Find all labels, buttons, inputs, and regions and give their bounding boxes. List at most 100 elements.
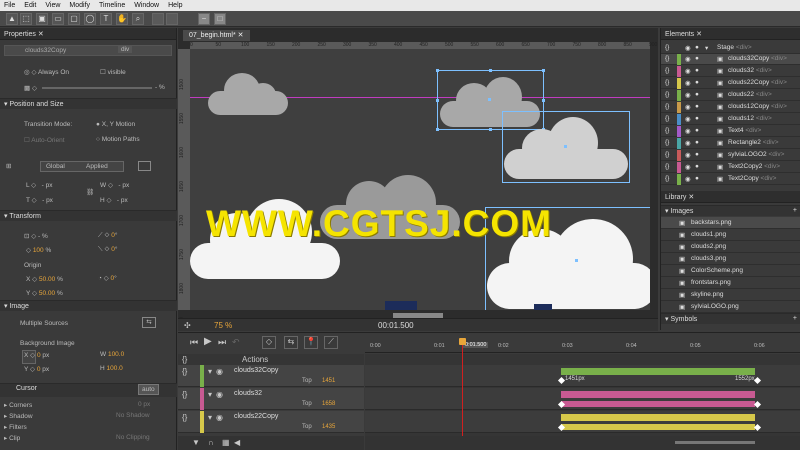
element-row[interactable]: {} ◉ ● ▣ Text2Copy2 <div> [661,162,800,173]
element-row[interactable]: {} ◉ ● ▣ clouds22Copy <div> [661,78,800,89]
eye-icon[interactable]: ◉ [685,151,691,159]
always-on-control[interactable]: ◎ ◇ Always On [24,68,69,76]
resize-handle[interactable] [436,69,439,72]
filter-icon[interactable]: ▼ [192,438,200,447]
stage-row[interactable]: {} ◉ ● ▾ Stage <div> [661,43,800,54]
code-icon[interactable]: {} [182,355,187,364]
lock-icon[interactable]: ● [695,91,699,98]
transform-origin-point[interactable] [575,259,578,262]
time-ruler[interactable]: 0:00 0:01 0:01.500 0:02 0:03 0:04 0:05 0:06 [365,333,800,353]
link-dimensions-icon[interactable]: ⛓ [86,188,94,196]
easing-icon[interactable]: ⟋ [324,336,338,349]
bg-x-field[interactable]: X ◇ 0 px [24,351,49,359]
transform-origin-point[interactable] [564,145,567,148]
library-tab[interactable]: Library ✕ [661,191,800,203]
clip-section[interactable]: ▸ Clip [4,434,20,442]
hand-tool-icon[interactable]: ✋ [116,13,128,25]
resize-handle[interactable] [436,128,439,131]
expand-icon[interactable]: ▾ [208,367,212,376]
eye-icon[interactable]: ◉ [685,175,691,183]
eye-icon[interactable]: ◉ [685,163,691,171]
transform-section[interactable]: ▾ Transform [0,210,177,221]
eye-icon[interactable]: ◉ [216,413,223,422]
lock-icon[interactable]: ● [695,103,699,110]
lock-icon[interactable]: ● [695,127,699,134]
transition-xy-radio[interactable]: ● X, Y Motion [96,121,135,128]
zoom-tool-icon[interactable]: ⌕ [132,13,144,25]
scale-y-field[interactable]: ◇ 100 % [26,246,51,254]
lock-icon[interactable]: ● [695,163,699,170]
timeline-tracks[interactable]: 1451px 1552px [365,354,800,436]
element-row[interactable]: {} ◉ ● ▣ clouds32Copy <div> [661,54,800,65]
menu-file[interactable]: File [4,2,15,9]
transition-bar[interactable] [561,401,755,407]
bg-w-field[interactable]: W 100.0 [100,351,124,358]
transform-tool-icon[interactable]: ⬚ [20,13,32,25]
library-image-item[interactable]: ▣ skyline.png [661,289,800,301]
height-field[interactable]: H ◇ - px [100,196,128,204]
ellipse-tool-icon[interactable]: ◯ [84,13,96,25]
lock-icon[interactable]: ● [695,67,699,74]
library-image-item[interactable]: ▣ clouds1.png [661,229,800,241]
resize-handle[interactable] [542,69,545,72]
code-icon[interactable]: {} [182,367,187,376]
timeline-zoom-slider[interactable] [675,441,755,444]
library-image-item[interactable]: ▣ ColorScheme.png [661,265,800,277]
grid-icon[interactable]: ▦ [222,438,230,447]
properties-tab[interactable]: Properties ✕ [0,28,176,40]
element-row[interactable]: {} ◉ ● ▣ clouds12 <div> [661,114,800,125]
expand-icon[interactable]: ▾ [208,413,212,422]
bg-h-field[interactable]: H 100.0 [100,365,123,372]
library-image-item[interactable]: ▣ sylviaLOGO.png [661,301,800,313]
pin-icon[interactable]: 📍 [304,336,318,349]
stage[interactable]: WWW.CGTSJ.COM [190,49,650,310]
element-row[interactable]: {} ◉ ● ▣ clouds12Copy <div> [661,102,800,113]
eye-icon[interactable]: ◉ [685,44,691,52]
layer-property-value[interactable]: 1435 [322,424,335,430]
rounded-rectangle-tool-icon[interactable]: ▢ [68,13,80,25]
anchor-grid-icon[interactable]: ⊞ [6,162,11,170]
stage-settings-icon[interactable]: ✣ [184,321,191,330]
timeline-scrollbar[interactable] [365,436,800,450]
add-symbol-icon[interactable]: + [793,315,797,322]
eye-icon[interactable]: ◉ [685,67,691,75]
position-menu-icon[interactable] [138,161,151,171]
playhead[interactable] [462,339,463,450]
element-row[interactable]: {} ◉ ● ▣ sylviaLOGO2 <div> [661,150,800,161]
add-image-icon[interactable]: + [793,207,797,214]
scale-x-field[interactable]: ⊡ ◇ - % [24,232,48,240]
document-tab[interactable]: 07_begin.html* ✕ [183,30,250,41]
visible-control[interactable]: ☐ visible [100,68,126,76]
left-field[interactable]: L ◇ - px [26,181,52,189]
transition-bar[interactable] [561,391,755,398]
layer-property-value[interactable]: 1451 [322,378,335,384]
layer-property-value[interactable]: 1658 [322,401,335,407]
stroke-color-icon[interactable] [166,13,178,25]
timeline-layer[interactable]: {} ▾ ◉ clouds32 Top 1658 [178,388,364,410]
resize-handle[interactable] [489,69,492,72]
zoom-level[interactable]: 75 % [214,321,232,330]
applied-button[interactable]: Applied [86,163,108,170]
element-row[interactable]: {} ◉ ● ▣ Rectangle2 <div> [661,138,800,149]
transform-origin-point[interactable] [488,98,491,101]
timeline-layer[interactable]: {} ▾ ◉ clouds22Copy Top 1435 [178,411,364,433]
opacity-value[interactable]: - % [155,84,165,91]
lock-icon[interactable]: ● [695,139,699,146]
playhead-handle[interactable] [459,338,466,345]
menu-timeline[interactable]: Timeline [99,2,125,9]
lock-icon[interactable]: ● [695,175,699,182]
cursor-select[interactable]: auto [138,384,159,395]
transition-bar[interactable] [561,368,755,375]
skew-x-field[interactable]: ⟋ ◇ 0° [98,232,118,240]
cloud-shape[interactable] [208,69,288,119]
shadow-section[interactable]: ▸ Shadow [4,412,33,420]
global-button[interactable]: Global [46,163,65,170]
element-row[interactable]: {} ◉ ● ▣ Text2Copy <div> [661,174,800,185]
eye-icon[interactable]: ◉ [216,367,223,376]
undo-icon[interactable]: ↶ [232,337,240,348]
resize-handle[interactable] [489,128,492,131]
position-size-section[interactable]: ▾ Position and Size [0,98,177,109]
restore-icon[interactable]: □ [214,13,226,25]
select-tool-icon[interactable]: ▲ [6,13,18,25]
menu-edit[interactable]: Edit [24,2,36,9]
